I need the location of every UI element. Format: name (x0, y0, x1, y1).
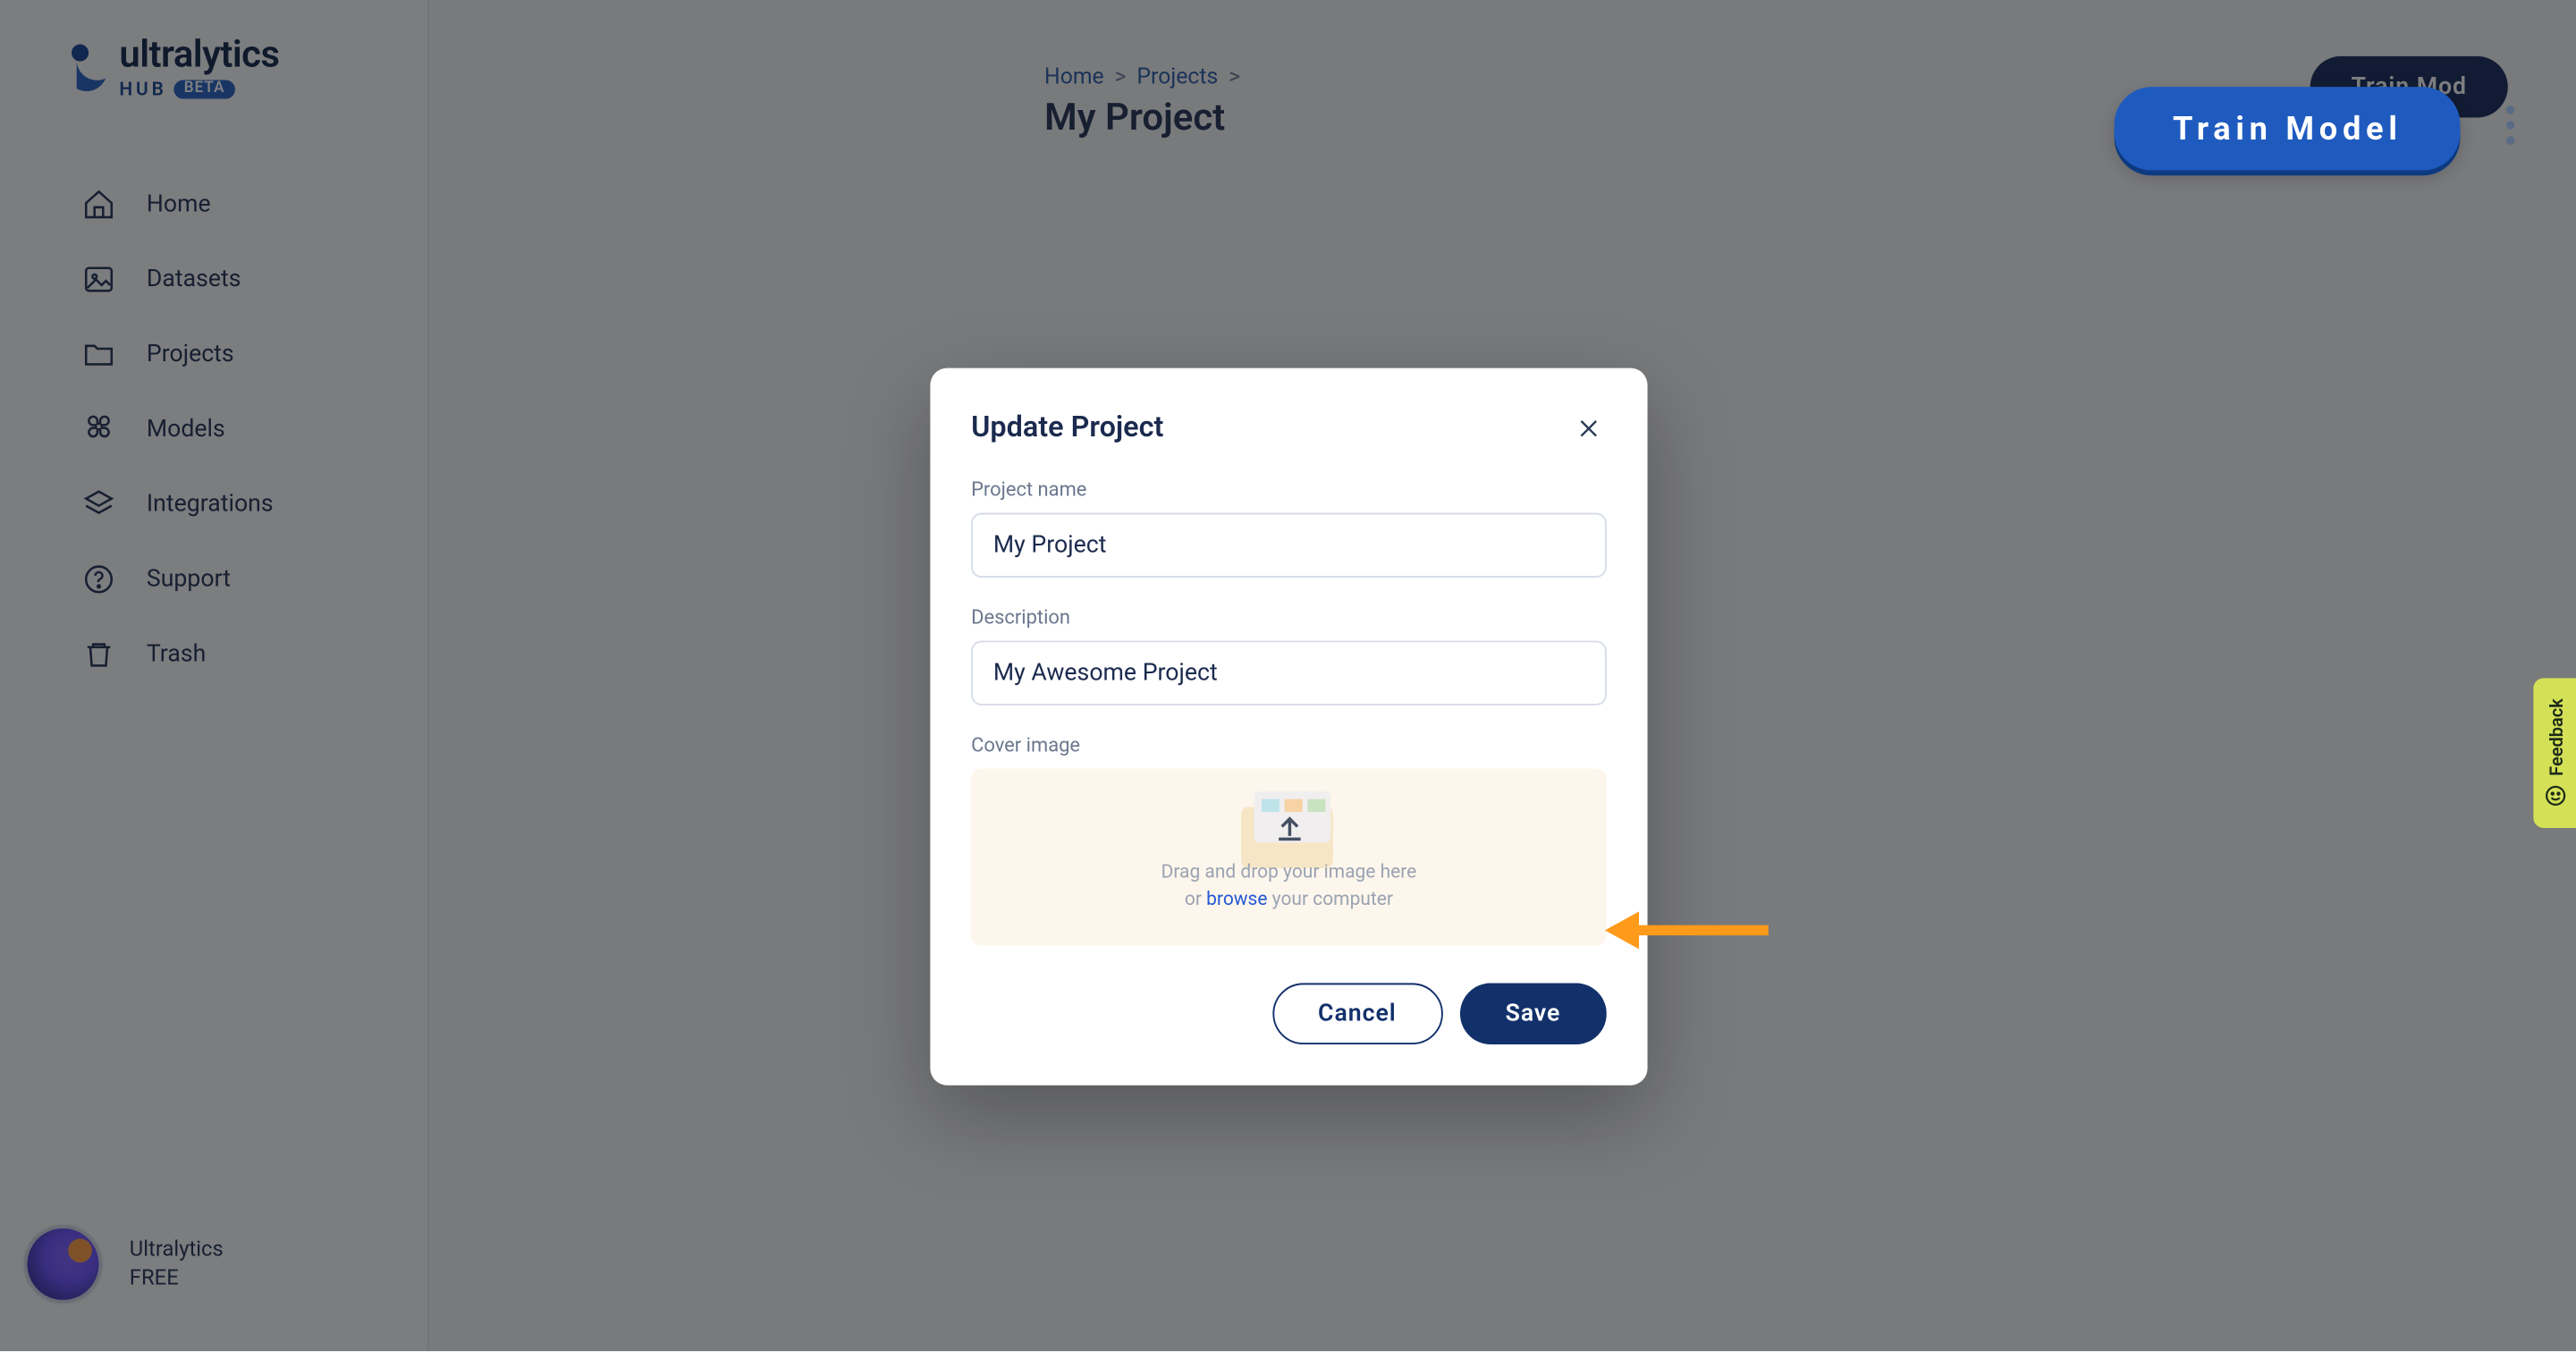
dropzone-text: Drag and drop your image here or browse … (1161, 858, 1417, 913)
feedback-tab[interactable]: Feedback (2533, 678, 2576, 828)
cancel-button[interactable]: Cancel (1272, 983, 1442, 1044)
more-menu-button[interactable] (2487, 102, 2532, 147)
annotation-arrow (1605, 920, 1769, 941)
update-project-modal: Update Project Project name Description … (930, 368, 1647, 1086)
close-icon (1575, 415, 1601, 441)
cover-image-label: Cover image (971, 732, 1607, 756)
close-button[interactable] (1569, 409, 1607, 446)
upload-icon (1270, 811, 1307, 849)
browse-link[interactable]: browse (1206, 888, 1267, 910)
description-input[interactable] (971, 640, 1607, 705)
description-label: Description (971, 604, 1607, 629)
save-button[interactable]: Save (1459, 983, 1607, 1044)
smile-icon (2544, 783, 2568, 807)
project-name-input[interactable] (971, 513, 1607, 578)
train-model-button[interactable]: Train Model (2115, 87, 2460, 170)
cover-image-dropzone[interactable]: Drag and drop your image here or browse … (971, 768, 1607, 945)
feedback-label: Feedback (2545, 699, 2567, 777)
modal-title: Update Project (971, 410, 1163, 444)
project-name-label: Project name (971, 477, 1607, 502)
